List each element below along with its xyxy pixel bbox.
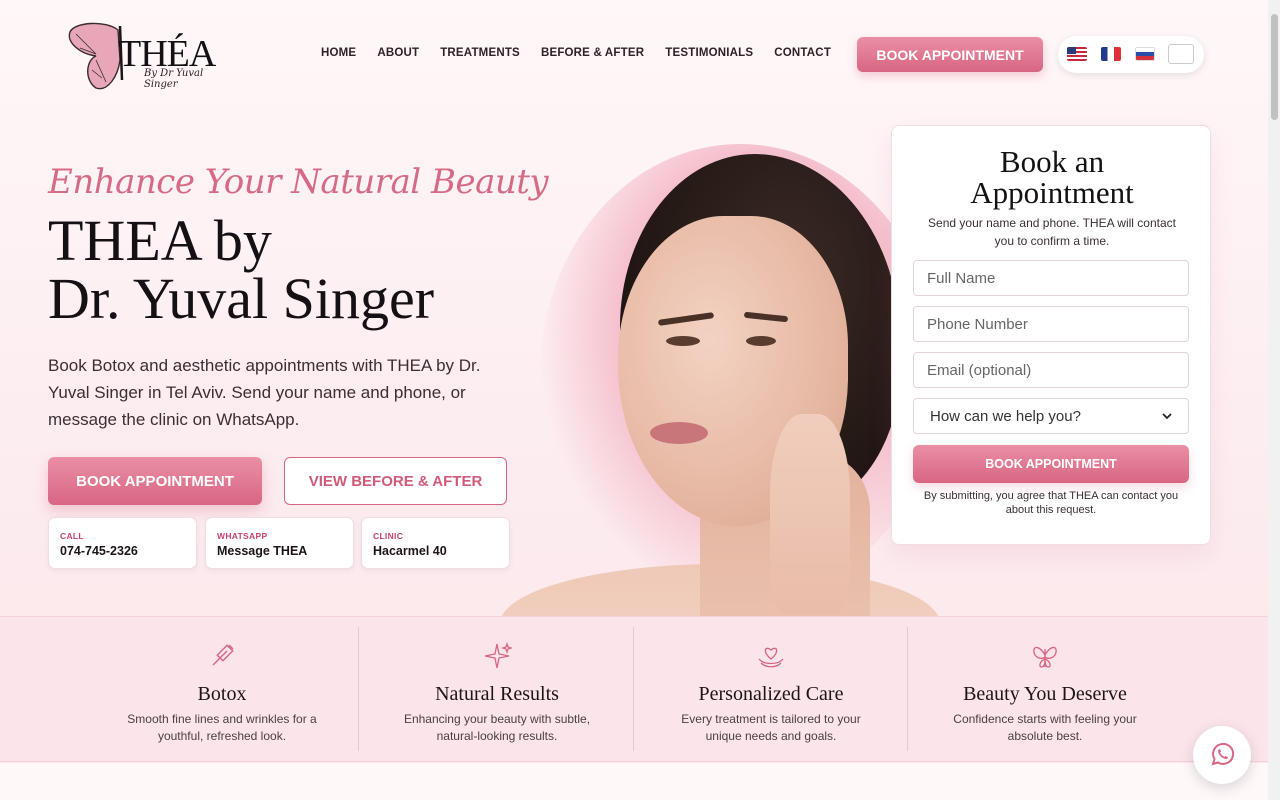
ru-flag-icon[interactable] bbox=[1135, 47, 1155, 61]
form-title-line1: Book an bbox=[999, 144, 1105, 179]
fr-flag-icon[interactable] bbox=[1101, 47, 1121, 61]
form-subtitle: Send your name and phone. THEA will cont… bbox=[928, 216, 1176, 248]
nav-about[interactable]: ABOUT bbox=[377, 47, 419, 59]
full-name-input[interactable] bbox=[913, 260, 1189, 296]
scrollbar-thumb[interactable] bbox=[1271, 14, 1278, 120]
feature-title: Personalized Care bbox=[698, 683, 844, 705]
logo-signature: By Dr Yuval Singer bbox=[144, 68, 204, 90]
language-switcher bbox=[1058, 36, 1204, 73]
form-title: Book an Appointment bbox=[892, 146, 1212, 208]
clinic-label: CLINIC bbox=[373, 531, 404, 541]
hero-title: THEA by Dr. Yuval Singer bbox=[48, 212, 434, 328]
hero-eyebrow: Enhance Your Natural Beauty bbox=[48, 162, 549, 202]
feature-desc: Smooth fine lines and wrinkles for a you… bbox=[127, 712, 317, 743]
hero-title-line1: THEA by bbox=[48, 208, 272, 273]
page: THÉA By Dr Yuval Singer HOME ABOUT TREAT… bbox=[0, 0, 1268, 800]
feature-beauty-you-deserve: Beauty You Deserve Confidence starts wit… bbox=[908, 617, 1182, 763]
clinic-value: Hacarmel 40 bbox=[373, 544, 447, 558]
scrollbar[interactable] bbox=[1268, 0, 1280, 800]
phone-number-input[interactable] bbox=[913, 306, 1189, 342]
form-submit-button[interactable]: BOOK APPOINTMENT bbox=[913, 445, 1189, 483]
call-card[interactable]: CALL 074-745-2326 bbox=[48, 517, 197, 569]
sparkles-icon bbox=[484, 641, 512, 669]
hero-book-button[interactable]: BOOK APPOINTMENT bbox=[48, 457, 262, 505]
appointment-form: Book an Appointment Send your name and p… bbox=[891, 125, 1211, 545]
hero-description: Book Botox and aesthetic appointments wi… bbox=[48, 356, 481, 429]
main-nav: HOME ABOUT TREATMENTS BEFORE & AFTER TES… bbox=[321, 47, 852, 59]
nav-before-after[interactable]: BEFORE & AFTER bbox=[541, 47, 644, 59]
language-toggle[interactable] bbox=[1168, 44, 1194, 64]
form-consent-note: By submitting, you agree that THEA can c… bbox=[923, 490, 1179, 516]
feature-desc: Every treatment is tailored to your uniq… bbox=[681, 712, 861, 743]
chevron-down-icon bbox=[1162, 412, 1172, 419]
heart-hands-icon bbox=[758, 647, 784, 668]
nav-testimonials[interactable]: TESTIMONIALS bbox=[665, 47, 753, 59]
feature-desc: Enhancing your beauty with subtle, natur… bbox=[403, 712, 591, 743]
feature-title: Botox bbox=[197, 683, 247, 705]
us-flag-icon[interactable] bbox=[1067, 47, 1087, 61]
call-label: CALL bbox=[60, 531, 84, 541]
whatsapp-label: WHATSAPP bbox=[217, 531, 268, 541]
header-book-button[interactable]: BOOK APPOINTMENT bbox=[857, 37, 1043, 72]
form-title-line2: Appointment bbox=[970, 175, 1134, 210]
butterfly-icon bbox=[1033, 646, 1057, 668]
syringe-icon bbox=[212, 644, 234, 666]
logo[interactable]: THÉA By Dr Yuval Singer bbox=[66, 18, 236, 92]
feature-botox: Botox Smooth fine lines and wrinkles for… bbox=[85, 617, 359, 763]
nav-home[interactable]: HOME bbox=[321, 47, 356, 59]
feature-personalized-care: Personalized Care Every treatment is tai… bbox=[634, 617, 908, 763]
nav-treatments[interactable]: TREATMENTS bbox=[440, 47, 520, 59]
hero-title-line2: Dr. Yuval Singer bbox=[48, 266, 435, 331]
feature-title: Beauty You Deserve bbox=[963, 683, 1127, 705]
feature-desc: Confidence starts with feeling your abso… bbox=[953, 712, 1137, 743]
clinic-card[interactable]: CLINIC Hacarmel 40 bbox=[361, 517, 510, 569]
nav-contact[interactable]: CONTACT bbox=[774, 47, 831, 59]
feature-title: Natural Results bbox=[435, 683, 559, 705]
view-before-after-button[interactable]: VIEW BEFORE & AFTER bbox=[284, 457, 507, 505]
help-select[interactable]: How can we help you? bbox=[913, 398, 1189, 434]
email-input[interactable] bbox=[913, 352, 1189, 388]
whatsapp-float-button[interactable] bbox=[1193, 726, 1251, 784]
call-value: 074-745-2326 bbox=[60, 544, 138, 558]
next-section bbox=[0, 763, 1268, 800]
hero-portrait-image bbox=[500, 124, 940, 616]
site-header: THÉA By Dr Yuval Singer HOME ABOUT TREAT… bbox=[0, 0, 1268, 104]
whatsapp-icon bbox=[1211, 742, 1235, 766]
whatsapp-value: Message THEA bbox=[217, 544, 308, 558]
feature-natural-results: Natural Results Enhancing your beauty wi… bbox=[360, 617, 634, 763]
features-strip: Botox Smooth fine lines and wrinkles for… bbox=[0, 616, 1268, 762]
whatsapp-card[interactable]: WHATSAPP Message THEA bbox=[205, 517, 354, 569]
help-select-value: How can we help you? bbox=[930, 407, 1081, 425]
